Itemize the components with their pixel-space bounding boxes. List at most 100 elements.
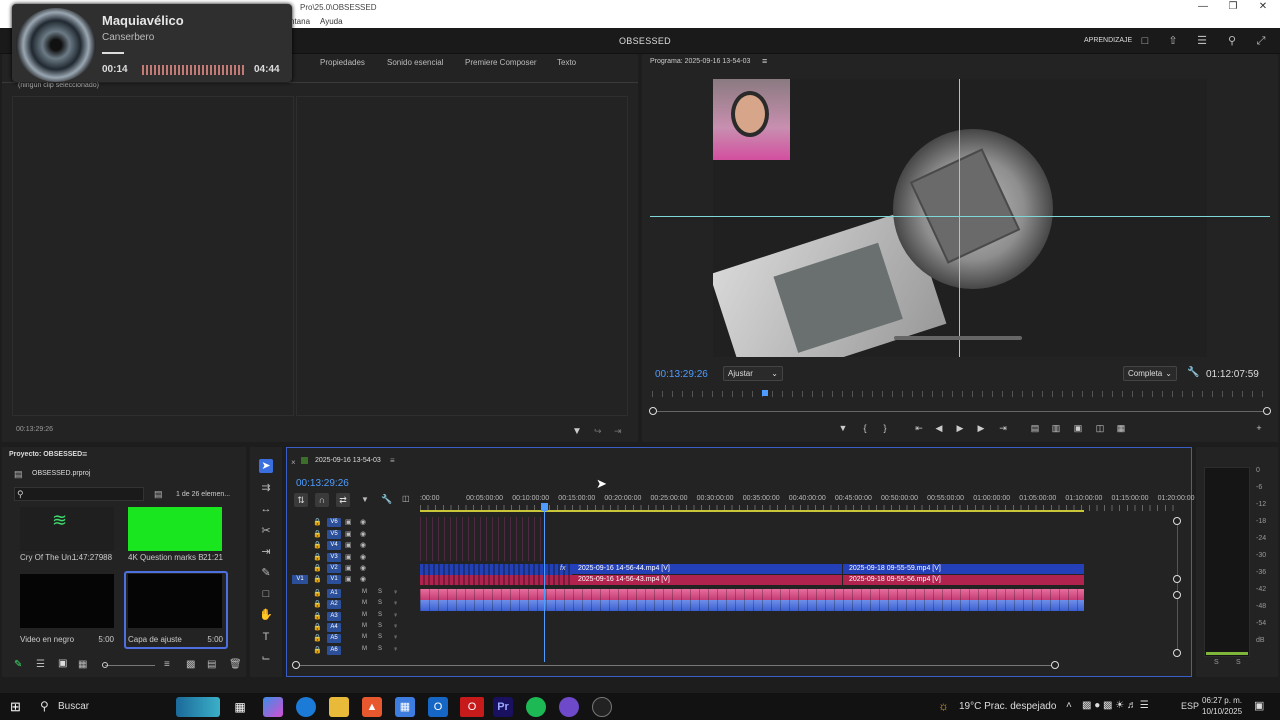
- mic-icon[interactable]: ♀: [393, 600, 398, 607]
- mic-icon[interactable]: ♀: [393, 646, 398, 653]
- timeline-h-scrollbar[interactable]: [296, 665, 1056, 666]
- snap-icon[interactable]: ∩: [315, 493, 329, 507]
- track-v2[interactable]: V2: [327, 564, 341, 573]
- outlook-icon[interactable]: O: [428, 697, 448, 717]
- lock-icon[interactable]: 🔒: [313, 530, 322, 538]
- mute-button[interactable]: M: [362, 634, 367, 640]
- lock-icon[interactable]: 🔒: [313, 553, 322, 561]
- windows-start-icon[interactable]: ⊞: [10, 699, 21, 715]
- sequence-tab[interactable]: 2025-09-16 13-54-03: [315, 457, 381, 464]
- play-icon[interactable]: ▶: [953, 422, 967, 434]
- eye-icon[interactable]: ◉: [360, 541, 366, 549]
- weather-text[interactable]: 19°C Prac. despejado: [959, 701, 1056, 712]
- scroll-handle[interactable]: [1173, 591, 1181, 599]
- sync-lock-icon[interactable]: ▣: [345, 541, 352, 549]
- track-v5[interactable]: V5: [327, 530, 341, 539]
- tray-icons[interactable]: ▩ ● ▩ ☀ ♬ ☰: [1082, 700, 1149, 711]
- linked-selection-icon[interactable]: ⇄: [336, 493, 350, 507]
- fullscreen-icon[interactable]: ⤢: [1254, 34, 1268, 48]
- tab-premiere-composer[interactable]: Premiere Composer: [465, 58, 537, 67]
- mute-button[interactable]: M: [362, 600, 367, 606]
- type-tool-icon[interactable]: T: [259, 630, 273, 644]
- track-a1[interactable]: A1: [327, 589, 341, 598]
- add-button-icon[interactable]: +: [1252, 422, 1266, 434]
- go-to-out-icon[interactable]: ⇥: [996, 422, 1010, 434]
- search-icon[interactable]: ⚲: [1225, 34, 1239, 48]
- project-menu-icon[interactable]: ≡: [82, 449, 87, 459]
- trash-icon[interactable]: 🗑: [229, 659, 242, 670]
- lock-icon[interactable]: 🔒: [313, 612, 322, 620]
- pencil-icon[interactable]: ✎: [14, 659, 22, 670]
- playhead-handle[interactable]: [541, 503, 548, 511]
- captions-icon[interactable]: ◫: [402, 494, 410, 503]
- eye-icon[interactable]: ◉: [360, 530, 366, 538]
- solo-button[interactable]: S: [378, 612, 382, 618]
- copilot-icon[interactable]: [263, 697, 283, 717]
- zoom-bar[interactable]: [652, 411, 1268, 412]
- step-back-icon[interactable]: ◀: [932, 422, 946, 434]
- mute-button[interactable]: M: [362, 612, 367, 618]
- new-bin-icon[interactable]: ▤: [207, 659, 216, 670]
- extract-icon[interactable]: ▥: [1049, 422, 1063, 434]
- solo-button[interactable]: S: [378, 600, 382, 606]
- track-a6[interactable]: A6: [327, 646, 341, 655]
- lock-icon[interactable]: 🔒: [313, 564, 322, 572]
- automate-icon[interactable]: ▩: [186, 659, 195, 670]
- track-scrollbar[interactable]: [1177, 517, 1178, 655]
- selection-tool-icon[interactable]: ➤: [259, 459, 273, 473]
- premiere-icon[interactable]: Pr: [493, 697, 513, 717]
- h-scroll-handle-left[interactable]: [292, 661, 300, 669]
- eye-icon[interactable]: ◉: [360, 575, 366, 583]
- razor-tool-icon[interactable]: ✂: [259, 524, 273, 538]
- transcript-tool-icon[interactable]: ⌙: [259, 651, 273, 665]
- h-scroll-handle-right[interactable]: [1051, 661, 1059, 669]
- minimize-button[interactable]: —: [1188, 1, 1218, 15]
- lock-icon[interactable]: 🔒: [313, 589, 322, 597]
- zoom-handle-left[interactable]: [649, 407, 657, 415]
- tab-properties[interactable]: Propiedades: [320, 58, 365, 67]
- language-indicator[interactable]: ESP: [1181, 701, 1199, 711]
- sync-lock-icon[interactable]: ▣: [345, 575, 352, 583]
- source-patch-v1[interactable]: V1: [292, 575, 308, 584]
- mic-icon[interactable]: ♀: [393, 589, 398, 596]
- timeline-playhead[interactable]: [544, 505, 545, 662]
- mute-button[interactable]: M: [362, 589, 367, 595]
- zoom-handle-right[interactable]: [1263, 407, 1271, 415]
- track-a3[interactable]: A3: [327, 612, 341, 621]
- lock-icon[interactable]: 🔒: [313, 575, 322, 583]
- eye-icon[interactable]: ◉: [360, 564, 366, 572]
- lock-icon[interactable]: 🔒: [313, 518, 322, 526]
- track-v6[interactable]: V6: [327, 518, 341, 527]
- export-icon[interactable]: ↪: [594, 426, 602, 437]
- rectangle-tool-icon[interactable]: □: [259, 587, 273, 601]
- file-explorer-icon[interactable]: [329, 697, 349, 717]
- program-playhead[interactable]: [762, 390, 768, 396]
- fit-dropdown[interactable]: Ajustar ⌄: [723, 366, 783, 381]
- comparison-icon[interactable]: ◫: [1093, 422, 1107, 434]
- sync-lock-icon[interactable]: ▣: [345, 518, 352, 526]
- scroll-handle[interactable]: [1173, 517, 1181, 525]
- project-search-input[interactable]: [14, 487, 144, 501]
- notification-icon[interactable]: ▣: [1254, 699, 1264, 712]
- video-clip-segment[interactable]: [420, 575, 572, 585]
- mute-button[interactable]: M: [362, 623, 367, 629]
- eye-icon[interactable]: ◉: [360, 553, 366, 561]
- mark-out-icon[interactable]: }: [878, 422, 892, 434]
- progress-bar[interactable]: [102, 52, 124, 54]
- share-icon[interactable]: ⇧: [1166, 34, 1180, 48]
- zoom-slider[interactable]: [105, 665, 155, 666]
- chevron-up-icon[interactable]: ˄: [1066, 700, 1072, 711]
- insert-nest-icon[interactable]: ⇅: [294, 493, 308, 507]
- work-area-bar[interactable]: [420, 510, 1084, 512]
- solo-left[interactable]: S: [1214, 659, 1219, 666]
- brave-icon[interactable]: ▲: [362, 697, 382, 717]
- clock-time[interactable]: 06:27 p. m.: [1202, 696, 1242, 705]
- wrench-icon[interactable]: 🔧: [381, 494, 392, 505]
- ripple-tool-icon[interactable]: ↔: [259, 502, 273, 516]
- new-bin-icon[interactable]: ▤: [154, 489, 163, 500]
- solo-button[interactable]: S: [378, 634, 382, 640]
- edge-icon[interactable]: [296, 697, 316, 717]
- solo-button[interactable]: S: [378, 623, 382, 629]
- menu-help[interactable]: Ayuda: [320, 17, 343, 26]
- add-marker-icon[interactable]: ▼: [361, 495, 369, 504]
